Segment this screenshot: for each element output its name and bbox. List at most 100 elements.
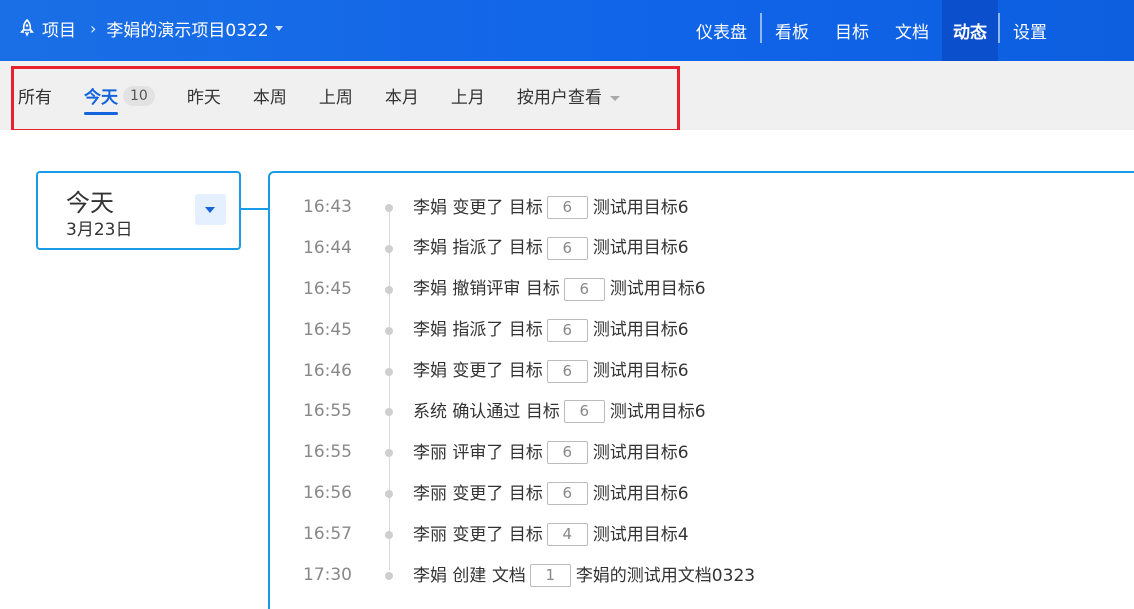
event-text: 李娟 创建 文档 1 李娟的测试用文档0323 — [413, 564, 755, 588]
event-text: 李丽 变更了 目标 4 测试用目标4 — [413, 523, 689, 547]
item-number-badge[interactable]: 6 — [546, 236, 588, 260]
event-list: 16:43 李娟 变更了 目标 6 测试用目标6 16:44 李娟 指派了 目标 6 测… — [303, 196, 755, 605]
event-type: 目标 — [508, 238, 543, 259]
event-action: 确认通过 — [452, 401, 521, 422]
event-item: 16:57 李丽 变更了 目标 4 测试用目标4 — [303, 523, 689, 564]
event-user[interactable]: 李丽 — [413, 483, 447, 505]
event-user[interactable]: 李娟 — [413, 278, 447, 300]
event-type: 目标 — [508, 442, 543, 463]
event-action: 变更了 — [452, 524, 504, 545]
breadcrumb: 项目 › 李娟的演示项目0322 — [18, 0, 283, 56]
caret-down-icon[interactable] — [274, 25, 283, 31]
event-time: 16:55 — [303, 442, 352, 463]
event-action: 变更了 — [452, 197, 504, 218]
event-time: 17:30 — [303, 565, 352, 586]
event-item: 16:56 李丽 变更了 目标 6 测试用目标6 — [303, 482, 689, 523]
event-type: 目标 — [508, 320, 543, 341]
count-badge: 10 — [123, 85, 155, 106]
nav-docs[interactable]: 文档 — [882, 0, 942, 61]
event-type: 文档 — [491, 565, 526, 586]
item-number-badge[interactable]: 6 — [546, 196, 588, 219]
event-item: 16:43 李娟 变更了 目标 6 测试用目标6 — [303, 196, 689, 237]
event-user[interactable]: 李娟 — [413, 360, 447, 382]
collapse-toggle-button[interactable] — [195, 194, 226, 225]
top-nav-menu: 仪表盘 看板 目标 文档 动态 设置 — [683, 0, 1134, 61]
date-group-card: 今天 3月23日 — [36, 171, 241, 250]
event-item-link[interactable]: 测试用目标6 — [593, 319, 689, 341]
filter-all[interactable]: 所有 — [18, 83, 52, 108]
event-type: 目标 — [508, 361, 543, 382]
caret-down-icon — [609, 95, 620, 101]
activity-timeline — [268, 171, 1134, 609]
event-type: 目标 — [508, 524, 543, 545]
breadcrumb-root[interactable]: 项目 — [42, 16, 76, 41]
event-text: 李娟 指派了 目标 6 测试用目标6 — [413, 236, 689, 260]
event-item-link[interactable]: 测试用目标4 — [593, 524, 689, 546]
event-user[interactable]: 李娟 — [413, 319, 447, 341]
item-number-badge[interactable]: 4 — [546, 523, 588, 547]
event-time: 16:46 — [303, 360, 352, 381]
nav-settings[interactable]: 设置 — [1000, 0, 1060, 61]
filter-today[interactable]: 今天 10 — [84, 83, 155, 115]
event-user[interactable]: 李娟 — [413, 565, 447, 587]
event-user[interactable]: 李娟 — [413, 237, 447, 259]
filter-yesterday[interactable]: 昨天 — [187, 83, 221, 108]
timeline-dot — [385, 367, 393, 376]
event-text: 李娟 指派了 目标 6 测试用目标6 — [413, 318, 689, 342]
event-action: 评审了 — [452, 442, 504, 463]
event-time: 16:55 — [303, 401, 352, 422]
event-user[interactable]: 李丽 — [413, 524, 447, 546]
filter-this-week[interactable]: 本周 — [253, 83, 287, 108]
event-action: 撤销评审 — [452, 279, 521, 300]
event-item: 16:55 李丽 评审了 目标 6 测试用目标6 — [303, 441, 689, 482]
event-item-link[interactable]: 测试用目标6 — [610, 401, 706, 423]
event-item: 17:30 李娟 创建 文档 1 李娟的测试用文档0323 — [303, 564, 755, 605]
timeline-dot — [385, 244, 393, 253]
event-user[interactable]: 李丽 — [413, 442, 447, 464]
item-number-badge[interactable]: 6 — [546, 441, 588, 465]
event-time: 16:43 — [303, 197, 352, 217]
event-item-link[interactable]: 测试用目标6 — [610, 278, 706, 300]
event-user[interactable]: 李娟 — [413, 197, 447, 219]
event-item: 16:55 系统 确认通过 目标 6 测试用目标6 — [303, 400, 706, 441]
event-item-link[interactable]: 测试用目标6 — [593, 442, 689, 464]
filter-tabs: 所有 今天 10 昨天 本周 上周 本月 上月 按用户查看 — [18, 83, 652, 115]
filter-this-month[interactable]: 本月 — [385, 83, 419, 108]
event-item-link[interactable]: 测试用目标6 — [593, 237, 689, 259]
event-text: 系统 确认通过 目标 6 测试用目标6 — [413, 400, 706, 424]
item-number-badge[interactable]: 6 — [563, 277, 605, 301]
event-user[interactable]: 系统 — [413, 401, 447, 423]
event-action: 变更了 — [452, 361, 504, 382]
nav-board[interactable]: 看板 — [762, 0, 822, 61]
event-time: 16:57 — [303, 524, 352, 545]
item-number-badge[interactable]: 6 — [546, 482, 588, 506]
event-item-link[interactable]: 测试用目标6 — [593, 360, 689, 382]
chevron-right-icon: › — [90, 18, 97, 38]
filter-by-user[interactable]: 按用户查看 — [517, 83, 620, 108]
nav-dashboard[interactable]: 仪表盘 — [683, 0, 760, 61]
event-item-link[interactable]: 测试用目标6 — [593, 483, 689, 505]
item-number-badge[interactable]: 6 — [546, 359, 588, 383]
rocket-icon — [18, 18, 36, 37]
timeline-dot — [385, 285, 393, 294]
filter-last-week[interactable]: 上周 — [319, 83, 353, 108]
top-nav-bar: 项目 › 李娟的演示项目0322 仪表盘 看板 目标 文档 动态 设置 — [0, 0, 1134, 61]
event-time: 16:45 — [303, 319, 352, 340]
event-item: 16:45 李娟 指派了 目标 6 测试用目标6 — [303, 318, 689, 360]
event-action: 创建 — [452, 565, 487, 586]
nav-goals[interactable]: 目标 — [822, 0, 882, 61]
item-number-badge[interactable]: 1 — [529, 564, 571, 588]
nav-activity[interactable]: 动态 — [942, 0, 998, 61]
event-item-link[interactable]: 李娟的测试用文档0323 — [576, 565, 755, 587]
item-number-badge[interactable]: 6 — [546, 318, 588, 342]
event-time: 16:56 — [303, 483, 352, 504]
event-item: 16:44 李娟 指派了 目标 6 测试用目标6 — [303, 236, 689, 278]
activity-filter-bar: 所有 今天 10 昨天 本周 上周 本月 上月 按用户查看 — [0, 61, 1134, 132]
event-text: 李丽 变更了 目标 6 测试用目标6 — [413, 482, 689, 506]
breadcrumb-project[interactable]: 李娟的演示项目0322 — [106, 16, 268, 41]
filter-last-month[interactable]: 上月 — [451, 83, 485, 108]
item-number-badge[interactable]: 6 — [563, 400, 605, 424]
event-item: 16:45 李娟 撤销评审 目标 6 测试用目标6 — [303, 277, 706, 319]
event-time: 16:44 — [303, 237, 352, 258]
event-item-link[interactable]: 测试用目标6 — [593, 197, 689, 219]
